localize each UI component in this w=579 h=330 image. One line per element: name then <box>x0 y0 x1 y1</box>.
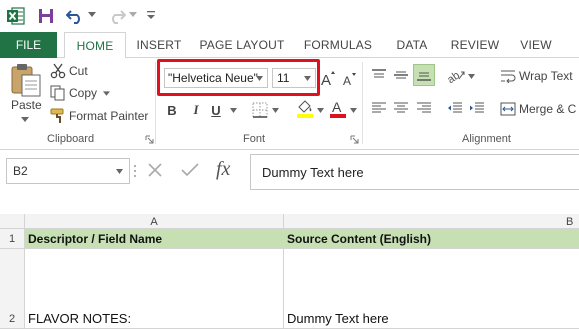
cell-a1[interactable]: Descriptor / Field Name <box>25 229 284 248</box>
tab-insert[interactable]: INSERT <box>132 32 186 58</box>
select-all-corner[interactable] <box>0 214 25 229</box>
fill-color-dropdown-icon[interactable] <box>317 108 324 113</box>
table-row: 1 Descriptor / Field Name Source Content… <box>0 229 579 249</box>
merge-center-icon <box>500 102 516 116</box>
ribbon-home: Paste Cut Copy Format Painter Clipboard … <box>0 58 579 150</box>
decrease-font-size-icon[interactable]: A <box>343 72 357 86</box>
orientation-dropdown-icon[interactable] <box>468 74 475 79</box>
wrap-text-button[interactable]: Wrap Text <box>500 67 573 85</box>
decrease-indent-icon[interactable] <box>447 101 463 115</box>
redo-dropdown-icon[interactable] <box>129 12 137 18</box>
underline-dropdown-icon[interactable] <box>230 108 237 113</box>
formula-input[interactable]: Dummy Text here <box>250 154 579 190</box>
copy-label: Copy <box>69 86 98 100</box>
tab-file[interactable]: FILE <box>0 32 57 58</box>
cell-b1[interactable]: Source Content (English) <box>284 229 579 248</box>
bottom-align-icon <box>417 72 431 81</box>
undo-dropdown-icon[interactable] <box>88 12 96 18</box>
font-color-icon[interactable]: A <box>329 99 347 119</box>
fill-color-icon[interactable] <box>296 99 314 119</box>
svg-text:ab: ab <box>447 69 462 83</box>
svg-text:A: A <box>321 72 331 86</box>
copy-icon <box>50 85 65 101</box>
redo-icon[interactable] <box>108 8 126 24</box>
cell-b2[interactable]: Dummy Text here <box>284 249 579 328</box>
copy-button[interactable]: Copy <box>50 83 113 103</box>
column-header-a[interactable]: A <box>25 214 284 229</box>
increase-font-size-icon[interactable]: A <box>321 70 335 86</box>
formula-bar: B2 fx Dummy Text here <box>0 150 579 194</box>
row-header[interactable]: 2 <box>0 249 25 328</box>
align-right-icon[interactable] <box>416 101 432 115</box>
undo-icon[interactable] <box>66 8 84 24</box>
grid-spacer <box>0 194 579 214</box>
format-painter-icon <box>50 108 64 123</box>
name-box-value: B2 <box>13 164 28 178</box>
cancel-entry-icon[interactable] <box>147 162 163 178</box>
underline-button[interactable]: U <box>210 101 222 119</box>
tab-formulas[interactable]: FORMULAS <box>298 32 378 58</box>
merge-center-button[interactable]: Merge & C <box>500 100 576 118</box>
group-label-clipboard: Clipboard <box>47 133 95 145</box>
merge-center-label: Merge & C <box>519 102 577 116</box>
cut-button[interactable]: Cut <box>50 61 88 81</box>
name-box[interactable]: B2 <box>6 158 130 184</box>
insert-function-button[interactable]: fx <box>216 158 230 181</box>
align-left-icon[interactable] <box>371 101 387 115</box>
orientation-icon[interactable]: ab <box>447 67 465 83</box>
group-separator <box>155 62 156 144</box>
format-painter-button[interactable]: Format Painter <box>50 106 148 126</box>
column-headers: A B <box>0 214 579 229</box>
save-icon[interactable] <box>38 8 54 24</box>
paste-dropdown-icon[interactable] <box>21 117 29 122</box>
chevron-down-icon <box>116 169 123 174</box>
align-center-icon[interactable] <box>393 101 409 115</box>
tab-data[interactable]: DATA <box>388 32 436 58</box>
wrap-text-icon <box>501 70 516 83</box>
top-align-icon[interactable] <box>371 68 387 82</box>
ribbon-tabs: FILE HOME INSERT PAGE LAYOUT FORMULAS DA… <box>0 32 579 59</box>
font-dialog-launcher-icon[interactable] <box>350 135 359 144</box>
tab-page-layout[interactable]: PAGE LAYOUT <box>196 32 288 58</box>
enter-check-icon[interactable] <box>181 162 199 178</box>
wrap-text-label: Wrap Text <box>519 69 573 83</box>
quick-access-toolbar <box>0 0 579 32</box>
font-color-dropdown-icon[interactable] <box>350 108 357 113</box>
borders-icon[interactable] <box>252 102 268 118</box>
increase-indent-icon[interactable] <box>469 101 485 115</box>
format-painter-label: Format Painter <box>69 109 149 123</box>
cut-label: Cut <box>69 64 88 78</box>
copy-dropdown-icon[interactable] <box>103 90 111 96</box>
middle-align-icon[interactable] <box>393 68 409 82</box>
formula-bar-resize-handle[interactable] <box>134 164 136 178</box>
group-label-font: Font <box>243 133 266 145</box>
tab-home[interactable]: HOME <box>64 32 126 59</box>
table-row: 2 FLAVOR NOTES: Dummy Text here <box>0 249 579 329</box>
paste-button[interactable]: Paste <box>11 98 42 112</box>
tab-view[interactable]: VIEW <box>514 32 558 58</box>
highlight-annotation <box>157 59 320 96</box>
customize-qat-icon[interactable] <box>146 10 156 20</box>
group-separator <box>362 62 363 144</box>
borders-dropdown-icon[interactable] <box>272 108 279 113</box>
svg-text:A: A <box>343 74 351 86</box>
clipboard-paste-icon[interactable] <box>10 62 42 98</box>
clipboard-dialog-launcher-icon[interactable] <box>145 135 154 144</box>
bottom-align-button[interactable] <box>413 64 435 86</box>
cell-a2[interactable]: FLAVOR NOTES: <box>25 249 284 328</box>
group-label-alignment: Alignment <box>462 133 511 145</box>
italic-button[interactable]: I <box>190 101 202 119</box>
row-header[interactable]: 1 <box>0 229 25 248</box>
scissors-icon <box>50 63 66 79</box>
svg-text:A: A <box>332 99 342 115</box>
worksheet-grid: A B 1 Descriptor / Field Name Source Con… <box>0 194 579 330</box>
bold-button[interactable]: B <box>166 101 178 119</box>
tab-review[interactable]: REVIEW <box>446 32 504 58</box>
column-header-b[interactable]: B <box>284 214 579 229</box>
excel-logo-icon <box>7 7 25 25</box>
